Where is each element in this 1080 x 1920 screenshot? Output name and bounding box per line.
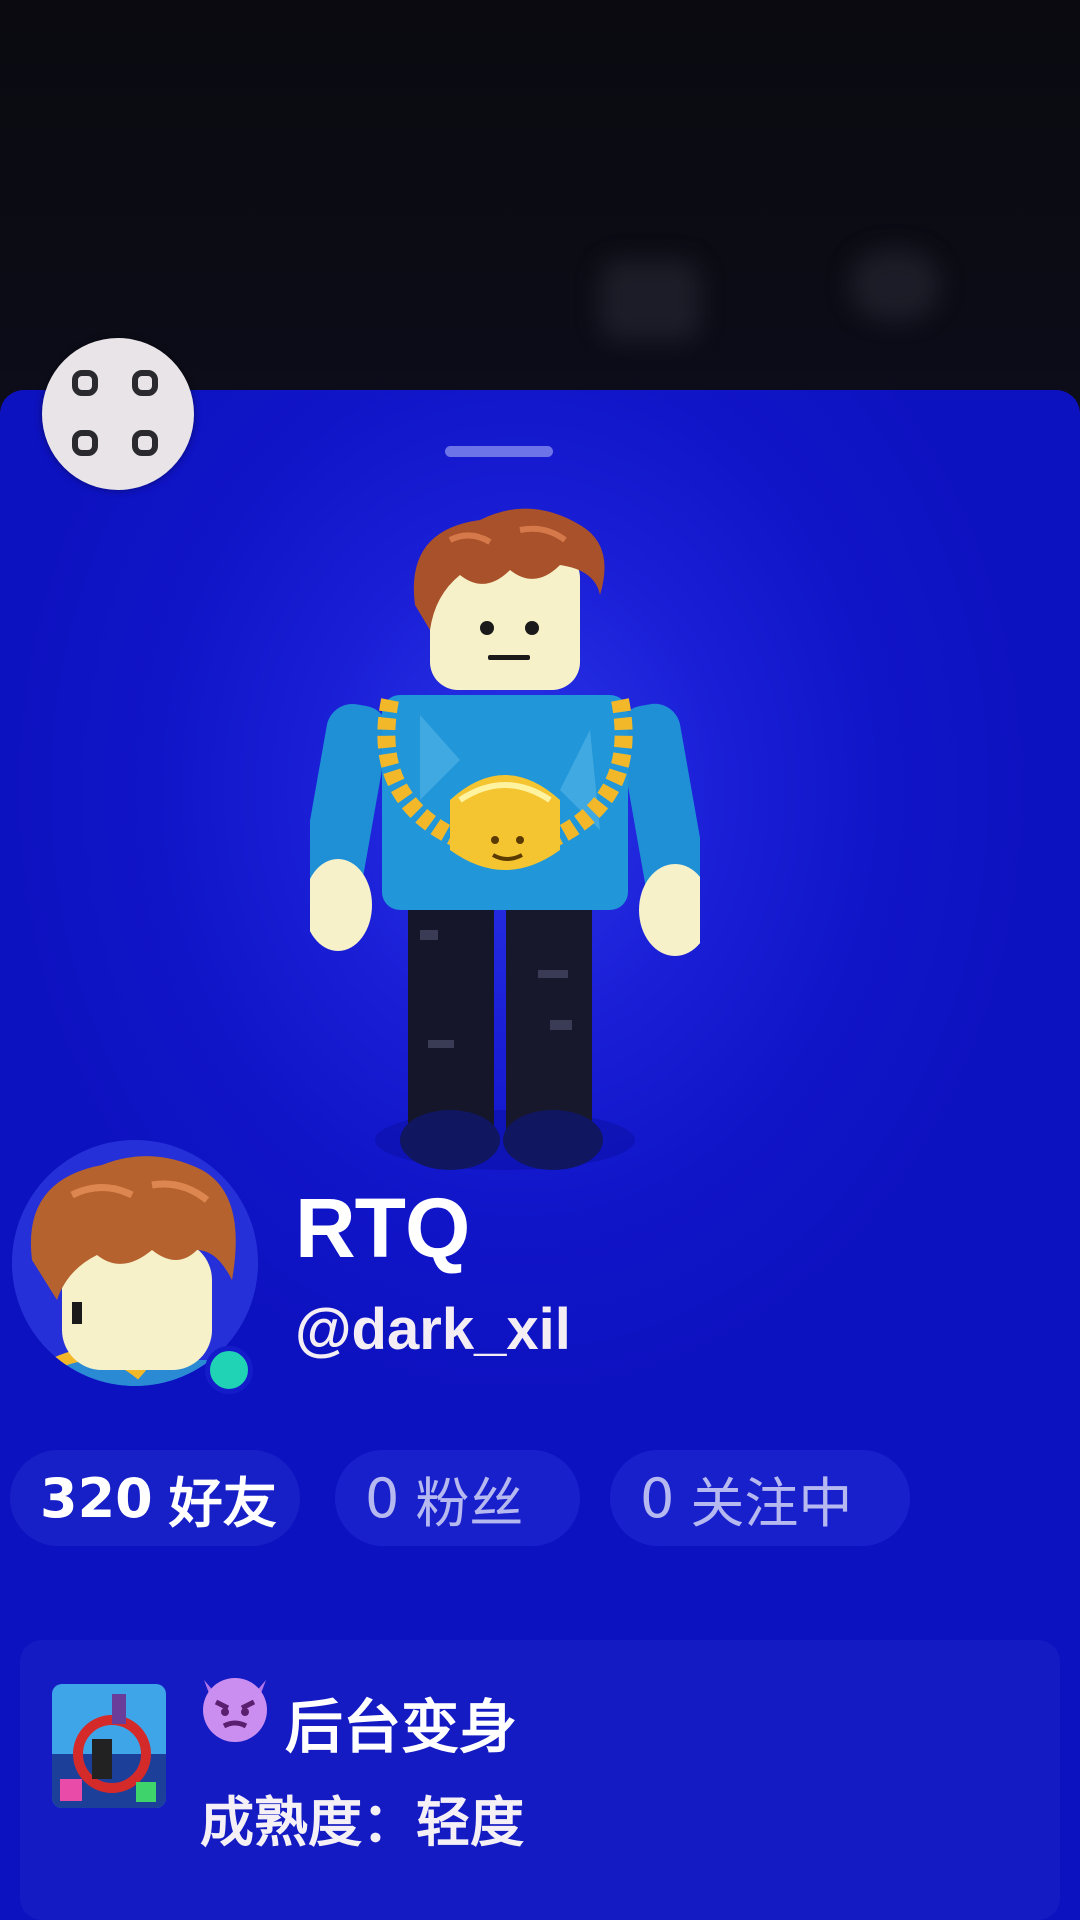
grid-icon [132,370,158,396]
display-name: RTQ [295,1181,470,1275]
grid-icon [132,430,158,456]
blurred-icon [600,260,700,340]
friends-label: 好友 [168,1471,277,1535]
screen: RTQ @dark_xil 320 好友 0 粉丝 0 关注中 后台变身 成熟度… [0,0,1080,1920]
experience-thumbnail[interactable] [52,1684,166,1808]
game-thumbnail-icon [52,1684,166,1808]
menu-grid-button[interactable] [42,338,194,490]
smiling-devil-icon [203,1678,267,1742]
following-count: 0 [640,1466,675,1530]
followers-stat-button[interactable]: 0 粉丝 [335,1450,580,1546]
friends-count: 320 [40,1466,153,1530]
following-stat-button[interactable]: 0 关注中 [610,1450,910,1546]
experience-card[interactable] [20,1640,1060,1920]
blurred-icon [850,250,940,320]
drag-handle[interactable] [445,446,553,457]
friends-stat-button[interactable]: 320 好友 [10,1450,300,1546]
avatar-full-body[interactable] [310,500,700,1180]
online-status-indicator [205,1346,253,1394]
followers-count: 0 [365,1466,400,1530]
experience-title: 后台变身 [285,1693,518,1761]
grid-icon [72,430,98,456]
grid-icon [72,370,98,396]
username: @dark_xil [295,1297,571,1362]
experience-maturity-rating: 成熟度：轻度 [200,1791,524,1854]
followers-label: 粉丝 [415,1471,524,1535]
following-label: 关注中 [690,1471,853,1535]
